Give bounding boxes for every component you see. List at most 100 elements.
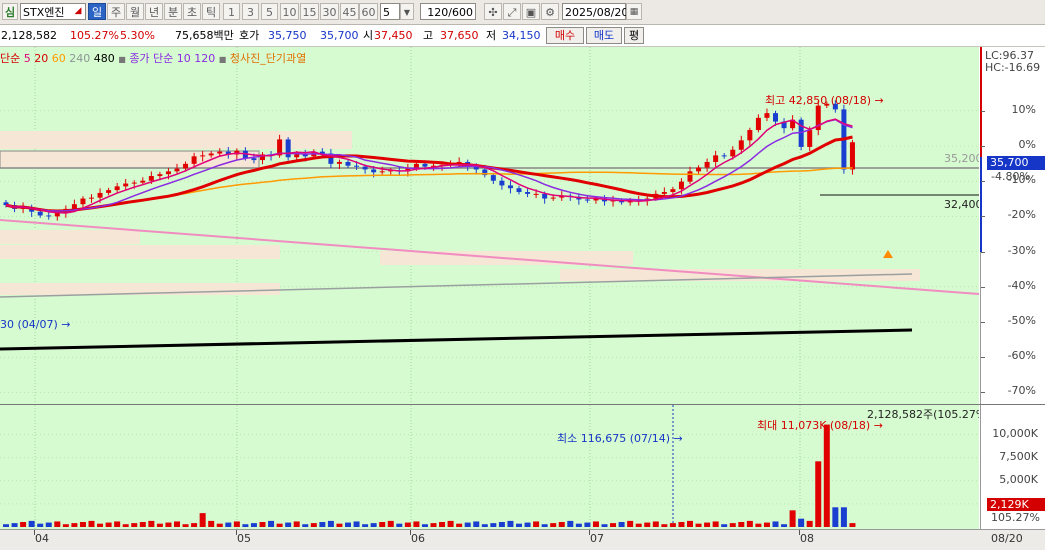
volume-ratio: 105.27% — [70, 29, 119, 42]
volume-tick: 5,000K — [999, 472, 1038, 486]
calendar-icon[interactable]: ▦ — [626, 3, 642, 20]
candle-body — [123, 183, 129, 187]
date-label: 05 — [237, 532, 251, 545]
period-tab-5[interactable]: 초 — [183, 3, 201, 20]
volume-bar — [302, 524, 309, 527]
period-tab-1[interactable]: 주 — [107, 3, 125, 20]
date-label: 06 — [411, 532, 425, 545]
volume-bar — [789, 510, 796, 527]
volume-bar — [268, 520, 275, 527]
count-field[interactable]: 120/600 — [420, 3, 476, 20]
volume-bar — [139, 522, 146, 527]
candle-body — [140, 180, 146, 183]
period-tab-0[interactable]: 일 — [88, 3, 106, 20]
buy-button[interactable]: 매수 — [546, 27, 584, 44]
candle-body — [807, 130, 813, 147]
date-label: 04 — [35, 532, 49, 545]
volume-bar — [379, 522, 386, 527]
low-label: 저 — [486, 29, 497, 42]
minute-option-5[interactable]: 5 — [261, 3, 278, 20]
candle-body — [71, 204, 77, 209]
candle-body — [174, 168, 180, 172]
volume-bar — [533, 521, 540, 527]
current-volume-pct: 105.27% — [991, 511, 1040, 524]
volume-min-annotation: 최소 116,675 (07/14) → — [557, 430, 683, 446]
candle-body — [114, 186, 120, 191]
period-tab-3[interactable]: 년 — [145, 3, 163, 20]
candle-body — [490, 175, 496, 181]
crosshair-icon[interactable]: ✣ — [484, 3, 502, 20]
period-tab-2[interactable]: 월 — [126, 3, 144, 20]
legend-square-icon: ■ — [118, 55, 126, 64]
legend-close-120: 120 — [194, 52, 216, 65]
volume-bar — [610, 523, 617, 527]
volume-bar — [592, 521, 599, 527]
volume-bar — [105, 522, 112, 527]
volume-chart-pane[interactable]: 2,128,582주(105.27%) 최대 11,073K (08/18) →… — [0, 405, 979, 529]
save-icon[interactable]: ▣ — [522, 3, 540, 20]
volume-bar — [165, 522, 172, 527]
pct-tick: -70% — [1007, 384, 1036, 398]
volume-min-text: 최소 116,675 (07/14) — [557, 432, 671, 445]
volume-bar — [37, 523, 44, 527]
candle-body — [747, 130, 753, 141]
volume-bar — [541, 524, 548, 527]
pct-tick-mark — [981, 392, 985, 394]
price-chart-pane[interactable]: 단순 5 20 60 240 480 ■ 종가 단순 10 120 ■ 청사진_… — [0, 47, 979, 404]
ma-240-line — [0, 328, 913, 351]
current-volume-badge: 2,129K — [987, 498, 1045, 511]
supply-zone-box — [0, 131, 352, 149]
candle-body — [773, 113, 778, 122]
volume-bar — [353, 521, 360, 527]
minute-option-15[interactable]: 15 — [300, 3, 319, 20]
pct-tick-mark — [981, 251, 985, 253]
minute-option-45[interactable]: 45 — [340, 3, 359, 20]
minute-option-30[interactable]: 30 — [320, 3, 339, 20]
volume-bar — [276, 523, 283, 527]
minute-option-10[interactable]: 10 — [280, 3, 299, 20]
date-tick — [236, 530, 237, 535]
eval-button[interactable]: 평 — [624, 27, 644, 44]
volume-bar — [712, 521, 719, 527]
dropdown-icon[interactable]: ◢ — [72, 3, 84, 20]
quote-infobar: 2,128,582 105.27% 5.30% 75,658백만 호가 35,7… — [0, 25, 1045, 47]
minute-option-60[interactable]: 60 — [359, 3, 378, 20]
pct-tick-mark — [981, 110, 985, 112]
candle-body — [755, 117, 761, 131]
volume-bar — [507, 520, 514, 527]
candle-body — [345, 161, 351, 166]
period-tab-6[interactable]: 틱 — [202, 3, 220, 20]
volume-bar — [362, 524, 369, 527]
volume-bar — [88, 520, 95, 527]
volume-bar — [481, 524, 488, 527]
date-label: 08 — [800, 532, 814, 545]
sell-button[interactable]: 매도 — [586, 27, 622, 44]
volume-bar — [661, 524, 668, 527]
volume-bar — [490, 523, 497, 527]
minute-option-1[interactable]: 1 — [223, 3, 240, 20]
volume-bar — [199, 513, 206, 527]
volume-bar — [396, 523, 403, 527]
candle-body — [80, 198, 86, 205]
low-annotation: 30 (04/07) → — [0, 318, 71, 331]
trend-tool-icon[interactable]: ⤢ — [503, 3, 521, 20]
candle-body — [764, 113, 770, 118]
chevron-down-icon[interactable]: ▼ — [400, 3, 414, 20]
period-tab-4[interactable]: 분 — [164, 3, 182, 20]
date-field[interactable]: 2025/08/20 — [562, 3, 628, 20]
high-annotation-text: 최고 42,850 (08/18) — [765, 94, 872, 107]
minute-option-3[interactable]: 3 — [242, 3, 259, 20]
candle-body — [294, 154, 300, 158]
candle-body — [183, 163, 189, 169]
volume-bar — [216, 523, 223, 527]
stock-logo-icon[interactable]: 심 — [2, 3, 18, 20]
candle-body — [191, 156, 197, 164]
candle-body — [670, 189, 676, 192]
volume-bar — [806, 520, 813, 527]
volume-bar — [148, 520, 155, 527]
candle-body — [550, 197, 556, 199]
date-axis: 04 05 06 07 08 08/20 — [0, 529, 1045, 550]
volume-bar — [550, 523, 557, 527]
period-select[interactable]: 5 — [380, 3, 400, 20]
gear-icon[interactable]: ⚙ — [541, 3, 559, 20]
